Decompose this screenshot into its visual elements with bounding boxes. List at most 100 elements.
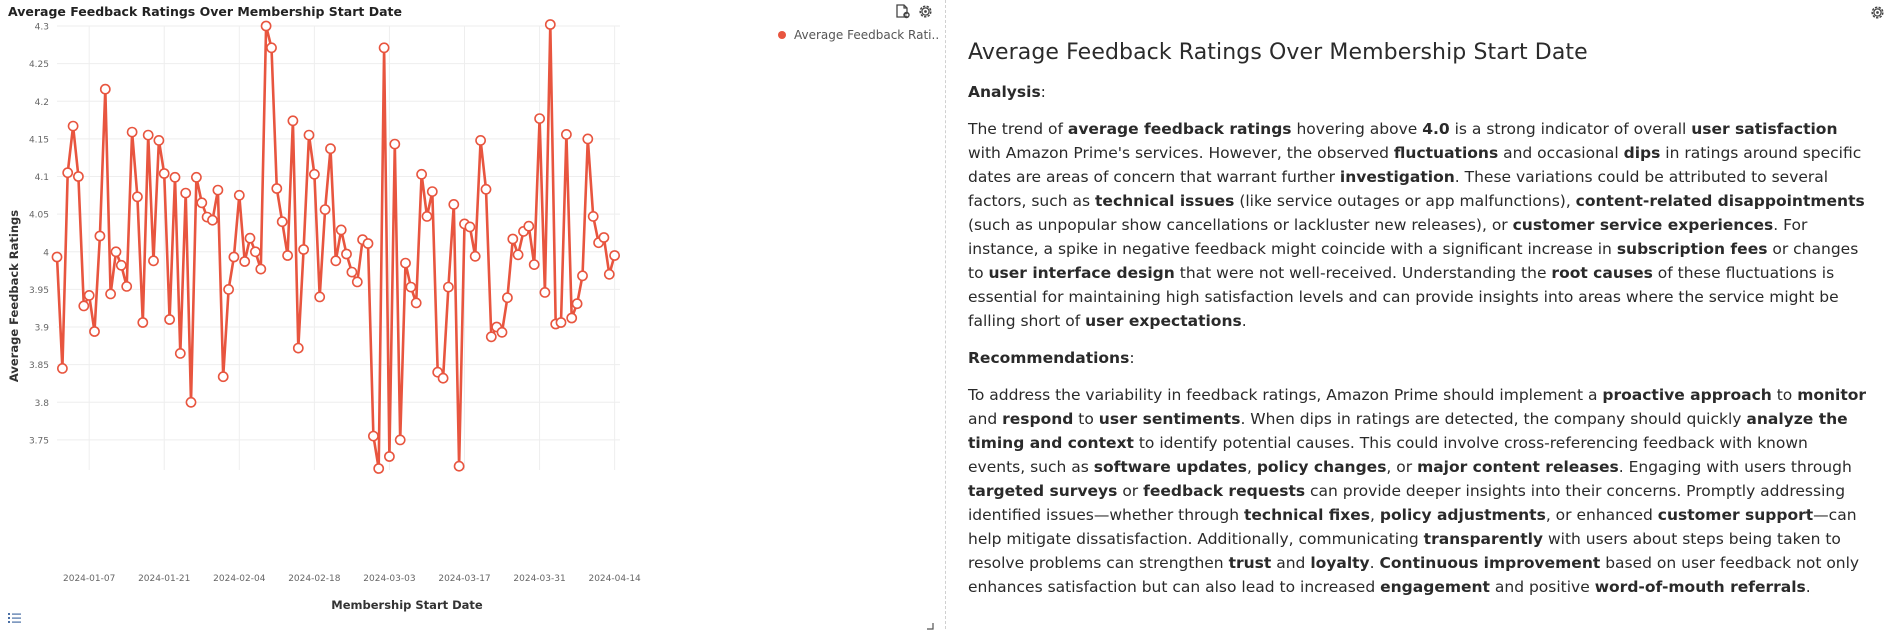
data-point[interactable] <box>126 126 138 138</box>
data-point[interactable] <box>341 248 352 260</box>
data-point[interactable] <box>330 255 342 267</box>
data-point[interactable] <box>255 263 267 275</box>
data-point[interactable] <box>164 314 175 325</box>
data-point[interactable] <box>426 186 438 197</box>
data-point[interactable] <box>603 268 615 280</box>
data-point[interactable] <box>174 347 186 359</box>
legend[interactable]: Average Feedback Rati... <box>778 28 940 42</box>
data-point[interactable] <box>51 251 63 263</box>
data-point[interactable] <box>67 120 79 132</box>
resize-grip-icon[interactable] <box>926 617 934 630</box>
data-point[interactable] <box>464 221 476 233</box>
data-point[interactable] <box>249 246 261 258</box>
data-point[interactable] <box>512 249 524 261</box>
data-point[interactable] <box>587 210 599 222</box>
data-point[interactable] <box>115 259 127 271</box>
data-point[interactable] <box>292 342 304 354</box>
data-point[interactable] <box>582 133 594 145</box>
data-point[interactable] <box>598 232 610 243</box>
data-point[interactable] <box>207 214 218 226</box>
data-point[interactable] <box>448 198 460 210</box>
data-point[interactable] <box>571 298 583 310</box>
data-point[interactable] <box>346 266 358 278</box>
data-point[interactable] <box>325 143 336 155</box>
data-point[interactable] <box>233 189 245 201</box>
data-point[interactable] <box>105 288 116 300</box>
data-point[interactable] <box>271 183 283 194</box>
data-point[interactable] <box>609 250 620 261</box>
data-point[interactable] <box>373 463 385 474</box>
data-point[interactable] <box>507 233 519 245</box>
data-point[interactable] <box>335 224 347 236</box>
data-point[interactable] <box>442 281 454 293</box>
data-point[interactable] <box>437 372 449 384</box>
data-point[interactable] <box>410 297 422 309</box>
data-point[interactable] <box>276 216 288 228</box>
data-point[interactable] <box>298 244 309 255</box>
data-point[interactable] <box>121 280 133 292</box>
data-point[interactable] <box>78 300 90 312</box>
data-point[interactable] <box>475 134 486 146</box>
data-point[interactable] <box>453 460 465 472</box>
data-point[interactable] <box>362 238 374 249</box>
data-point[interactable] <box>169 171 181 183</box>
data-point[interactable] <box>196 197 208 209</box>
data-point[interactable] <box>239 256 251 267</box>
data-point[interactable] <box>180 187 192 199</box>
data-point[interactable] <box>158 168 170 179</box>
data-point[interactable] <box>83 289 95 301</box>
data-point[interactable] <box>394 434 406 446</box>
data-point[interactable] <box>137 317 149 328</box>
data-point[interactable] <box>142 129 154 141</box>
data-point[interactable] <box>148 255 159 267</box>
data-point[interactable] <box>405 281 417 293</box>
data-point[interactable] <box>389 138 401 150</box>
data-point[interactable] <box>89 326 100 337</box>
data-point[interactable] <box>62 167 74 179</box>
data-point[interactable] <box>421 210 433 222</box>
data-point[interactable] <box>539 286 551 298</box>
data-point[interactable] <box>378 42 390 54</box>
data-point[interactable] <box>185 396 197 408</box>
data-point[interactable] <box>303 129 315 141</box>
data-point[interactable] <box>351 276 363 288</box>
data-point[interactable] <box>566 312 578 324</box>
data-point[interactable] <box>367 430 379 442</box>
data-point[interactable] <box>287 115 299 127</box>
data-point[interactable] <box>544 19 556 30</box>
data-point[interactable] <box>153 134 165 146</box>
data-point[interactable] <box>190 171 202 183</box>
data-point[interactable] <box>416 168 427 180</box>
data-point[interactable] <box>282 250 293 261</box>
data-point[interactable] <box>260 20 272 32</box>
list-icon[interactable] <box>6 610 24 626</box>
data-point[interactable] <box>577 270 588 282</box>
data-point[interactable] <box>528 259 540 270</box>
data-point[interactable] <box>110 246 122 258</box>
data-point[interactable] <box>217 371 229 383</box>
data-point[interactable] <box>383 451 395 462</box>
data-point[interactable] <box>244 232 256 244</box>
data-point[interactable] <box>534 113 545 124</box>
data-point[interactable] <box>94 230 106 242</box>
data-point[interactable] <box>480 183 492 195</box>
data-point[interactable] <box>496 326 508 338</box>
data-point[interactable] <box>319 204 331 215</box>
data-point[interactable] <box>228 251 240 263</box>
data-point[interactable] <box>469 250 481 262</box>
data-point[interactable] <box>314 291 326 303</box>
data-point[interactable] <box>73 171 84 182</box>
data-point[interactable] <box>99 83 111 95</box>
data-point[interactable] <box>561 128 572 140</box>
data-point[interactable] <box>523 220 535 232</box>
data-point[interactable] <box>223 283 234 295</box>
data-point[interactable] <box>308 168 320 180</box>
data-point[interactable] <box>555 317 567 328</box>
data-point[interactable] <box>212 184 224 196</box>
data-point[interactable] <box>501 292 513 304</box>
data-point[interactable] <box>485 331 497 343</box>
data-point[interactable] <box>266 42 277 54</box>
data-point[interactable] <box>400 257 411 269</box>
data-point[interactable] <box>57 362 68 374</box>
data-point[interactable] <box>131 191 143 203</box>
